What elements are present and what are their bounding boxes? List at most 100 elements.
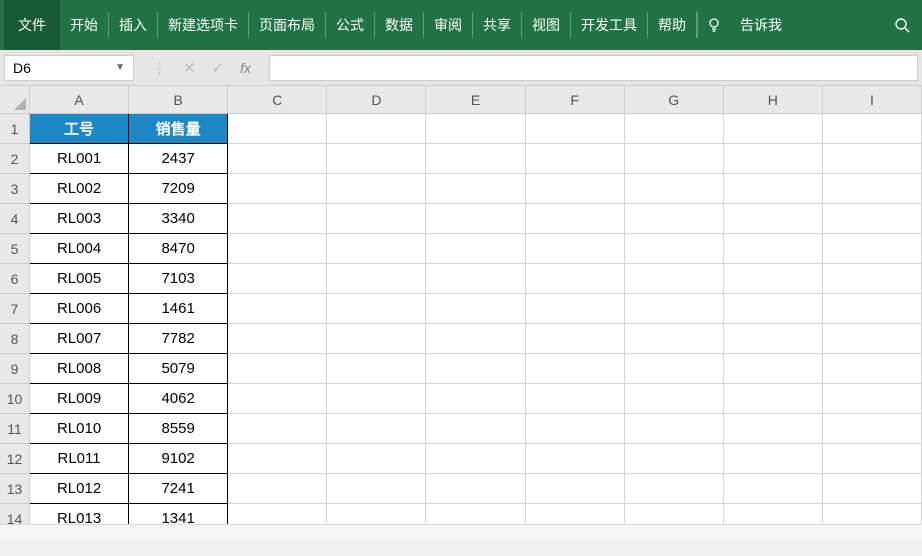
ribbon-tab-5[interactable]: 数据 [375,0,423,50]
cell[interactable] [625,114,724,144]
cell[interactable] [724,234,823,264]
cell[interactable] [724,384,823,414]
cell[interactable]: 3340 [129,204,228,234]
tell-me[interactable]: 告诉我 [730,0,792,50]
cell[interactable] [625,324,724,354]
cell[interactable] [327,474,426,504]
ribbon-tab-4[interactable]: 公式 [326,0,374,50]
cell[interactable]: RL008 [30,354,129,384]
cell[interactable]: RL003 [30,204,129,234]
cell[interactable] [327,354,426,384]
name-box[interactable]: D6 ▼ [4,55,134,81]
row-header-11[interactable]: 11 [0,414,30,444]
cell[interactable] [228,444,327,474]
cell[interactable] [625,144,724,174]
accept-icon[interactable]: ✓ [212,59,225,77]
cell[interactable] [228,324,327,354]
cell[interactable] [625,414,724,444]
dots-icon[interactable]: ⋮ [152,59,167,77]
cell[interactable] [327,144,426,174]
cell[interactable] [526,414,625,444]
col-header-H[interactable]: H [724,86,823,114]
cell[interactable] [426,474,525,504]
cell[interactable]: RL009 [30,384,129,414]
col-header-C[interactable]: C [228,86,327,114]
cell[interactable] [526,234,625,264]
cell[interactable]: 7782 [129,324,228,354]
row-header-5[interactable]: 5 [0,234,30,264]
cell[interactable]: 8559 [129,414,228,444]
ribbon-tab-1[interactable]: 插入 [109,0,157,50]
chevron-down-icon[interactable]: ▼ [115,62,125,73]
row-header-12[interactable]: 12 [0,444,30,474]
cell[interactable] [625,204,724,234]
cell[interactable] [426,354,525,384]
row-header-4[interactable]: 4 [0,204,30,234]
cell[interactable] [327,264,426,294]
cell[interactable]: RL011 [30,444,129,474]
cancel-icon[interactable]: ✕ [183,59,196,77]
cell[interactable] [625,264,724,294]
select-all-corner[interactable] [0,86,30,114]
cell[interactable]: RL004 [30,234,129,264]
cell[interactable] [426,444,525,474]
row-header-9[interactable]: 9 [0,354,30,384]
cell[interactable] [823,174,922,204]
cell[interactable] [724,144,823,174]
cell[interactable] [327,414,426,444]
ribbon-tab-0[interactable]: 开始 [60,0,108,50]
formula-input[interactable] [269,55,918,81]
row-header-2[interactable]: 2 [0,144,30,174]
cell[interactable] [526,114,625,144]
cell[interactable] [724,324,823,354]
row-header-8[interactable]: 8 [0,324,30,354]
row-header-6[interactable]: 6 [0,264,30,294]
cell[interactable] [823,474,922,504]
cell[interactable]: RL007 [30,324,129,354]
cell[interactable] [823,384,922,414]
cell[interactable] [228,354,327,384]
cell[interactable] [426,324,525,354]
cell[interactable] [526,384,625,414]
cell[interactable] [724,264,823,294]
cell[interactable] [228,114,327,144]
cell[interactable]: 9102 [129,444,228,474]
cell[interactable] [426,384,525,414]
cell[interactable]: RL012 [30,474,129,504]
cell[interactable] [327,204,426,234]
cell[interactable] [228,174,327,204]
cell[interactable] [327,444,426,474]
cell[interactable] [724,354,823,384]
cell[interactable]: RL010 [30,414,129,444]
cell[interactable] [526,294,625,324]
cell[interactable] [228,264,327,294]
cell[interactable] [526,474,625,504]
cell[interactable] [724,444,823,474]
cell[interactable] [823,114,922,144]
cell[interactable] [426,174,525,204]
ribbon-tab-2[interactable]: 新建选项卡 [158,0,248,50]
cell[interactable] [724,174,823,204]
cell[interactable]: RL001 [30,144,129,174]
cell[interactable] [327,384,426,414]
col-header-B[interactable]: B [129,86,228,114]
ribbon-tab-3[interactable]: 页面布局 [249,0,325,50]
cell[interactable] [724,114,823,144]
col-header-D[interactable]: D [327,86,426,114]
row-header-13[interactable]: 13 [0,474,30,504]
cell[interactable] [426,204,525,234]
cell[interactable] [526,144,625,174]
cell[interactable] [823,204,922,234]
cell[interactable] [823,414,922,444]
cell[interactable] [526,174,625,204]
cell[interactable] [228,204,327,234]
cell[interactable] [426,234,525,264]
cell[interactable] [724,414,823,444]
cell[interactable] [426,114,525,144]
col-header-A[interactable]: A [30,86,129,114]
cell[interactable]: 7209 [129,174,228,204]
file-tab[interactable]: 文件 [4,0,60,50]
col-header-F[interactable]: F [526,86,625,114]
cell[interactable]: RL005 [30,264,129,294]
cell[interactable] [426,144,525,174]
